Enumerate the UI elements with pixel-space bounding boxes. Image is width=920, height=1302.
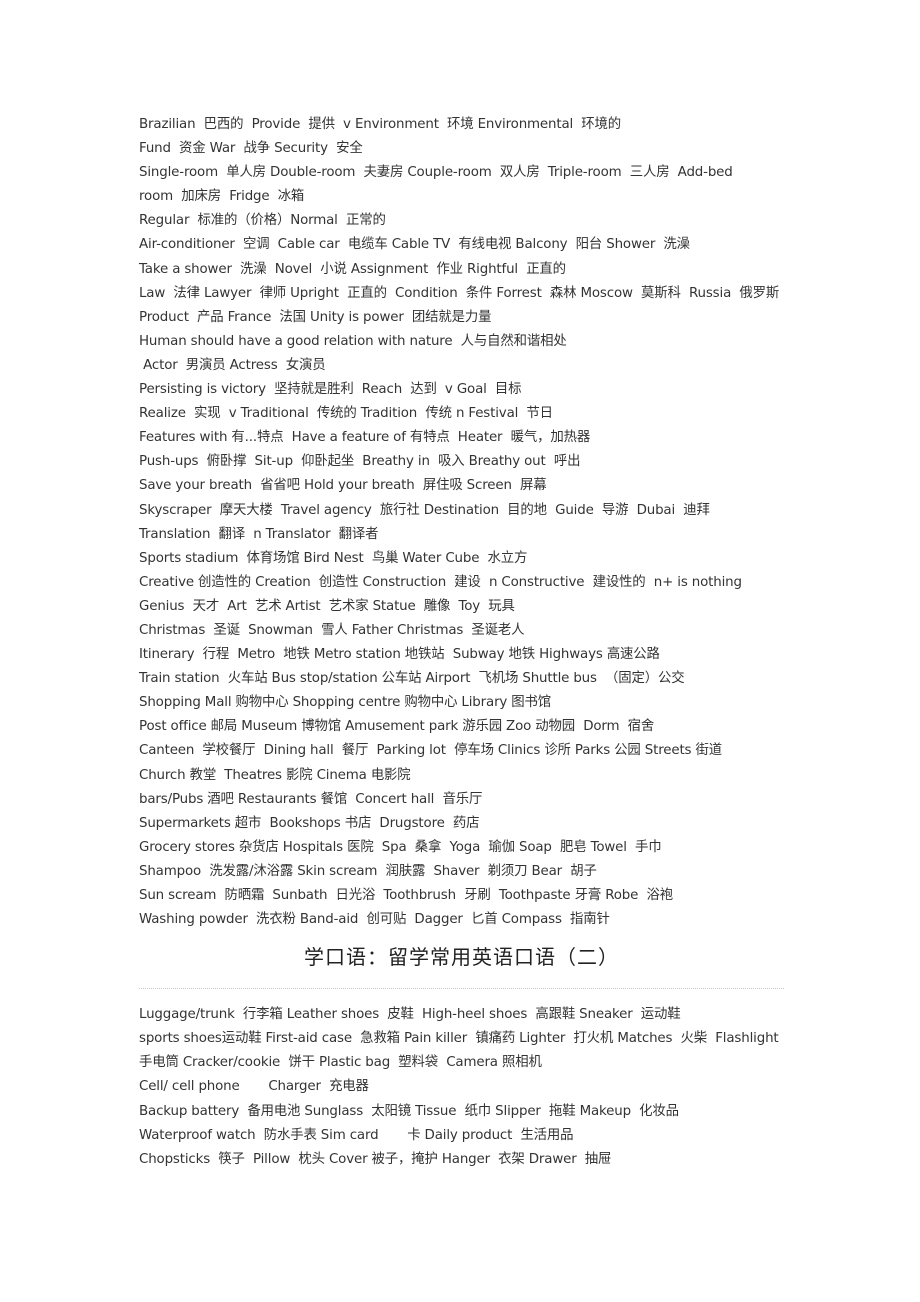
vocab-line: Shampoo 洗发露/沐浴露 Skin scream 润肤露 Shaver 剃… (139, 863, 597, 879)
vocab-line: Save your breath 省省吧 Hold your breath 屏住… (139, 478, 547, 494)
vocab-line: Itinerary 行程 Metro 地铁 Metro station 地铁站 … (139, 647, 660, 663)
document-page: Brazilian 巴西的 Provide 提供 v Environment 环… (139, 113, 784, 1172)
vocab-line: Shopping Mall 购物中心 Shopping centre 购物中心 … (139, 695, 552, 711)
vocab-line: Chopsticks 筷子 Pillow 枕头 Cover 被子，掩护 Hang… (139, 1151, 612, 1167)
vocab-line: sports shoes运动鞋 First-aid case 急救箱 Pain … (139, 1031, 779, 1047)
vocab-line: Persisting is victory 坚持就是胜利 Reach 达到 v … (139, 382, 522, 398)
vocab-line: Regular 标准的（价格）Normal 正常的 (139, 213, 386, 229)
vocab-line: Realize 实现 v Traditional 传统的 Tradition 传… (139, 406, 553, 422)
vocab-line: 手电筒 Cracker/cookie 饼干 Plastic bag 塑料袋 Ca… (139, 1055, 542, 1071)
vocab-line: Law 法律 Lawyer 律师 Upright 正直的 Condition 条… (139, 285, 780, 301)
section-heading: 学口语：留学常用英语口语（二） (304, 945, 619, 970)
vocab-line: Canteen 学校餐厅 Dining hall 餐厅 Parking lot … (139, 743, 722, 759)
vocab-line: Backup battery 备用电池 Sunglass 太阳镜 Tissue … (139, 1103, 679, 1119)
vocab-line: Human should have a good relation with n… (139, 333, 567, 349)
vocab-line: room 加床房 Fridge 冰箱 (139, 189, 305, 205)
vocab-line: Features with 有...特点 Have a feature of 有… (139, 430, 591, 446)
vocab-line: Church 教堂 Theatres 影院 Cinema 电影院 (139, 767, 411, 783)
section-divider (139, 988, 784, 990)
vocab-line: Train station 火车站 Bus stop/station 公车站 A… (139, 671, 685, 687)
vocab-line: Push-ups 俯卧撑 Sit-up 仰卧起坐 Breathy in 吸入 B… (139, 454, 581, 470)
vocab-line: Single-room 单人房 Double-room 夫妻房 Couple-r… (139, 165, 733, 181)
vocab-line: Genius 天才 Art 艺术 Artist 艺术家 Statue 雕像 To… (139, 598, 515, 614)
vocab-line: Cell/ cell phone Charger 充电器 (139, 1079, 369, 1095)
vocabulary-list-1: Brazilian 巴西的 Provide 提供 v Environment 环… (139, 113, 784, 932)
vocab-line: Post office 邮局 Museum 博物馆 Amusement park… (139, 719, 655, 735)
vocabulary-list-2: Luggage/trunk 行李箱 Leather shoes 皮鞋 High-… (139, 1003, 784, 1172)
vocab-line: Product 产品 France 法国 Unity is power 团结就是… (139, 309, 492, 325)
vocab-line: Skyscraper 摩天大楼 Travel agency 旅行社 Destin… (139, 502, 710, 518)
vocab-line: Take a shower 洗澡 Novel 小说 Assignment 作业 … (139, 261, 566, 277)
vocab-line: bars/Pubs 酒吧 Restaurants 餐馆 Concert hall… (139, 791, 483, 807)
vocab-line: Fund 资金 War 战争 Security 安全 (139, 141, 363, 157)
vocab-line: Actor 男演员 Actress 女演员 (139, 357, 326, 373)
vocab-line: Grocery stores 杂货店 Hospitals 医院 Spa 桑拿 Y… (139, 839, 662, 855)
vocab-line: Luggage/trunk 行李箱 Leather shoes 皮鞋 High-… (139, 1007, 681, 1023)
vocab-line: Washing powder 洗衣粉 Band-aid 创可贴 Dagger 匕… (139, 912, 610, 928)
vocab-line: Brazilian 巴西的 Provide 提供 v Environment 环… (139, 117, 622, 132)
vocab-line: Creative 创造性的 Creation 创造性 Construction … (139, 574, 742, 590)
vocab-line: Translation 翻译 n Translator 翻译者 (139, 526, 379, 542)
vocab-line: Air-conditioner 空调 Cable car 电缆车 Cable T… (139, 237, 690, 253)
vocab-line: Waterproof watch 防水手表 Sim card 卡 Daily p… (139, 1127, 574, 1143)
vocab-line: Sports stadium 体育场馆 Bird Nest 鸟巢 Water C… (139, 550, 528, 566)
vocab-line: Christmas 圣诞 Snowman 雪人 Father Christmas… (139, 622, 525, 638)
vocab-line: Supermarkets 超市 Bookshops 书店 Drugstore 药… (139, 815, 480, 831)
vocab-line: Sun scream 防晒霜 Sunbath 日光浴 Toothbrush 牙刷… (139, 888, 673, 903)
